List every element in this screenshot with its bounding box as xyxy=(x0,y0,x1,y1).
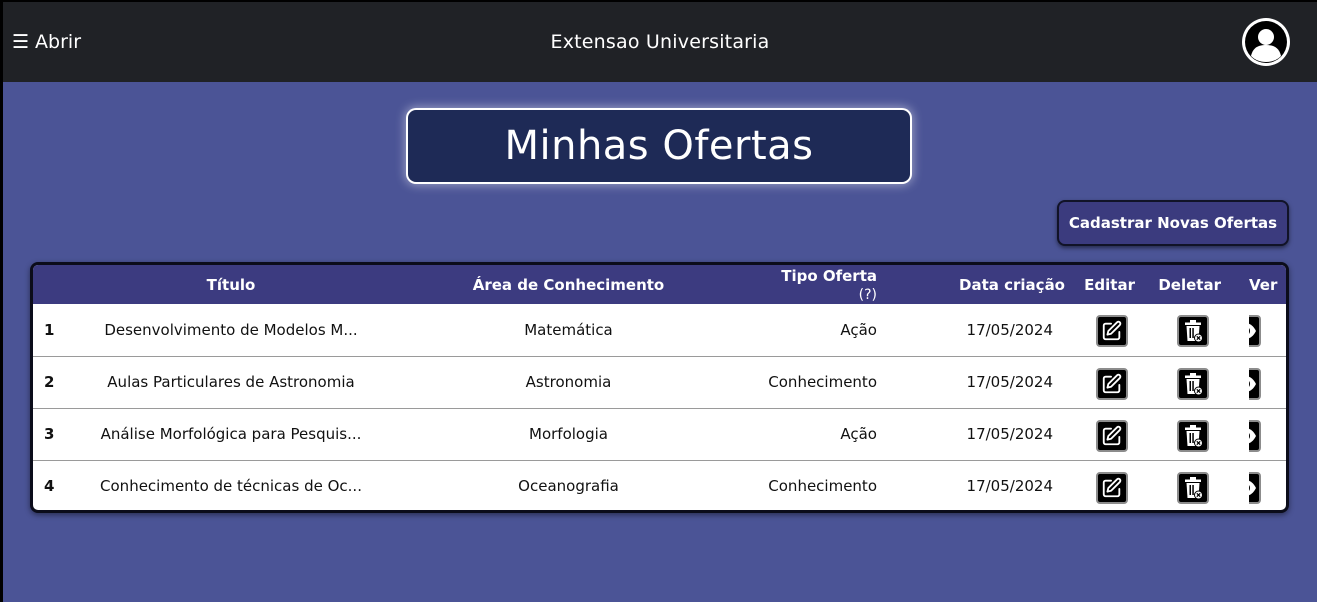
table-header-row: Título Área de Conhecimento Tipo Oferta … xyxy=(33,265,1286,304)
header-date: Data criação xyxy=(959,275,1065,294)
row-area: Morfologia xyxy=(529,425,608,443)
table-row-3: 3 Análise Morfológica para Pesquis... Mo… xyxy=(33,408,1286,460)
delete-button[interactable] xyxy=(1177,419,1209,452)
row-view-cell xyxy=(1249,356,1286,408)
page: ☰ Abrir Extensao Universitaria Minhas Of… xyxy=(3,2,1317,602)
view-button[interactable] xyxy=(1249,471,1261,504)
row-date: 17/05/2024 xyxy=(966,320,1053,339)
row-edit-cell xyxy=(1073,304,1141,356)
row-number: 4 xyxy=(44,477,55,496)
row-type: Ação xyxy=(840,320,877,339)
delete-button[interactable] xyxy=(1177,367,1209,400)
view-button[interactable] xyxy=(1249,419,1261,452)
row-date: 17/05/2024 xyxy=(966,373,1053,391)
user-avatar-icon[interactable] xyxy=(1242,18,1290,66)
page-title: Minhas Ofertas xyxy=(408,110,910,182)
row-view-cell xyxy=(1249,460,1286,510)
row-area: Oceanografia xyxy=(518,477,619,496)
eye-icon xyxy=(1249,376,1256,391)
row-title: Conhecimento de técnicas de Oc... xyxy=(100,477,362,496)
delete-button[interactable] xyxy=(1177,315,1209,348)
edit-icon xyxy=(1102,425,1122,445)
header-type-label: Tipo Oferta xyxy=(781,266,877,285)
row-edit-cell xyxy=(1073,408,1141,460)
header-number xyxy=(33,265,86,304)
row-delete-cell xyxy=(1141,304,1249,356)
header-edit: Editar xyxy=(1084,275,1135,294)
row-delete-cell xyxy=(1141,408,1249,460)
row-title: Desenvolvimento de Modelos M... xyxy=(104,320,358,339)
row-area: Matemática xyxy=(524,320,613,339)
header-view: Ver xyxy=(1249,275,1278,294)
edit-button[interactable] xyxy=(1096,471,1128,504)
eye-icon xyxy=(1249,480,1256,495)
row-view-cell xyxy=(1249,304,1286,356)
row-number: 1 xyxy=(44,320,55,339)
row-type: Conhecimento xyxy=(768,373,877,391)
edit-icon xyxy=(1102,373,1122,393)
header-area: Área de Conhecimento xyxy=(472,275,665,294)
trash-icon xyxy=(1185,424,1203,447)
edit-button[interactable] xyxy=(1096,419,1128,452)
table-row-2: 2 Aulas Particulares de Astronomia Astro… xyxy=(33,356,1286,408)
delete-button[interactable] xyxy=(1177,471,1209,504)
row-edit-cell xyxy=(1073,460,1141,510)
row-edit-cell xyxy=(1073,356,1141,408)
row-type: Ação xyxy=(840,425,877,443)
navbar: ☰ Abrir Extensao Universitaria xyxy=(3,2,1317,82)
trash-icon xyxy=(1185,476,1203,500)
row-type: Conhecimento xyxy=(768,477,877,496)
header-delete: Deletar xyxy=(1158,275,1221,294)
row-title: Aulas Particulares de Astronomia xyxy=(107,373,355,391)
trash-icon xyxy=(1185,372,1203,395)
view-button[interactable] xyxy=(1249,367,1261,400)
row-number: 3 xyxy=(44,425,55,443)
table-row-1: 1 Desenvolvimento de Modelos M... Matemá… xyxy=(33,304,1286,356)
row-view-cell xyxy=(1249,408,1286,460)
row-number: 2 xyxy=(44,373,55,391)
row-delete-cell xyxy=(1141,356,1249,408)
edit-button[interactable] xyxy=(1096,367,1128,400)
row-date: 17/05/2024 xyxy=(966,425,1053,443)
type-help-hint[interactable]: (?) xyxy=(859,287,877,303)
header-type: Tipo Oferta (?) xyxy=(761,265,877,304)
row-title: Análise Morfológica para Pesquis... xyxy=(100,425,362,443)
header-title: Título xyxy=(206,275,256,294)
eye-icon xyxy=(1249,324,1256,339)
new-offer-button[interactable]: Cadastrar Novas Ofertas xyxy=(1057,200,1289,246)
view-button[interactable] xyxy=(1249,315,1261,348)
trash-icon xyxy=(1185,320,1203,343)
app-title: Extensao Universitaria xyxy=(550,31,770,53)
edit-icon xyxy=(1102,477,1122,497)
edit-icon xyxy=(1102,321,1122,341)
row-date: 17/05/2024 xyxy=(966,477,1053,496)
edit-button[interactable] xyxy=(1096,315,1128,348)
eye-icon xyxy=(1249,428,1256,443)
offers-table: Título Área de Conhecimento Tipo Oferta … xyxy=(30,262,1289,513)
row-delete-cell xyxy=(1141,460,1249,510)
row-area: Astronomia xyxy=(525,373,612,391)
table-row-4: 4 Conhecimento de técnicas de Oc... Ocea… xyxy=(33,460,1286,510)
